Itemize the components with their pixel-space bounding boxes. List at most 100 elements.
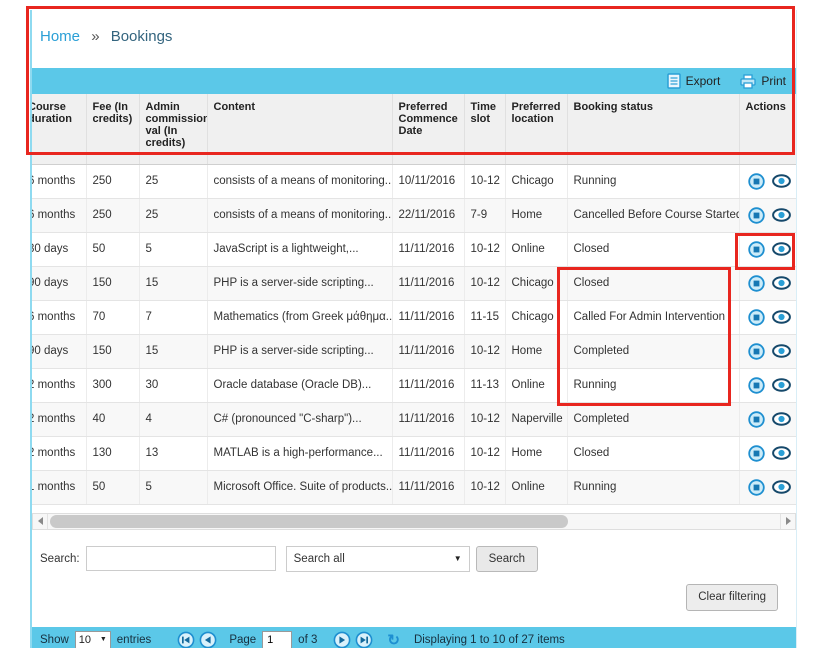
last-page-icon[interactable] <box>355 631 373 648</box>
search-bar: Search: Search all ▼ Search <box>32 546 796 572</box>
search-input[interactable] <box>86 546 276 571</box>
details-icon[interactable] <box>748 445 765 462</box>
col-header-fee[interactable]: Fee (In credits) <box>86 94 139 164</box>
cell-admin-commission: 15 <box>139 266 207 300</box>
scrollbar-thumb[interactable] <box>50 515 568 528</box>
col-header-booking-status[interactable]: Booking status <box>567 94 739 164</box>
cell-actions <box>739 164 796 198</box>
cell-preferred-location: Chicago <box>505 164 567 198</box>
breadcrumb: Home » Bookings <box>32 10 796 68</box>
cell-content: Mathematics (from Greek μάθημα... <box>207 300 392 334</box>
breadcrumb-home-link[interactable]: Home <box>40 28 80 45</box>
cell-admin-commission: 25 <box>139 198 207 232</box>
export-button-label: Export <box>686 74 721 88</box>
view-eye-icon[interactable] <box>772 242 791 256</box>
cell-booking-status: Called For Admin Intervention <box>567 300 739 334</box>
search-button[interactable]: Search <box>476 546 538 572</box>
cell-actions <box>739 232 796 266</box>
print-button[interactable]: Print <box>740 74 786 89</box>
cell-booking-status: Running <box>567 470 739 504</box>
details-icon[interactable] <box>748 207 765 224</box>
previous-page-icon[interactable] <box>199 631 217 648</box>
cell-time-slot: 10-12 <box>464 232 505 266</box>
pagination-status-text: Displaying 1 to 10 of 27 items <box>414 634 565 646</box>
view-eye-icon[interactable] <box>772 344 791 358</box>
table-body: 6 months 250 25 consists of a means of m… <box>32 164 796 504</box>
details-icon[interactable] <box>748 241 765 258</box>
cell-preferred-commence-date: 11/11/2016 <box>392 334 464 368</box>
col-header-course-duration[interactable]: Course duration <box>32 94 86 164</box>
view-eye-icon[interactable] <box>772 446 791 460</box>
cell-course-duration: 2 months <box>32 368 86 402</box>
details-icon[interactable] <box>748 479 765 496</box>
chevron-down-icon: ▼ <box>100 636 107 643</box>
view-eye-icon[interactable] <box>772 412 791 426</box>
table-row: 30 days 50 5 JavaScript is a lightweight… <box>32 232 796 266</box>
cell-admin-commission: 4 <box>139 402 207 436</box>
view-eye-icon[interactable] <box>772 276 791 290</box>
cell-booking-status: Closed <box>567 436 739 470</box>
grid-toolbar: Export Print <box>32 68 796 94</box>
cell-booking-status: Completed <box>567 334 739 368</box>
cell-time-slot: 10-12 <box>464 470 505 504</box>
details-icon[interactable] <box>748 275 765 292</box>
search-filter-dropdown[interactable]: Search all ▼ <box>286 546 470 572</box>
cell-preferred-commence-date: 10/11/2016 <box>392 164 464 198</box>
col-header-admin-commission[interactable]: Admin commission val (In credits) <box>139 94 207 164</box>
export-button[interactable]: Export <box>667 73 721 89</box>
details-icon[interactable] <box>748 343 765 360</box>
table-row: 6 months 250 25 consists of a means of m… <box>32 198 796 232</box>
col-header-preferred-location[interactable]: Preferred location <box>505 94 567 164</box>
cell-content: Microsoft Office. Suite of products... <box>207 470 392 504</box>
cell-preferred-commence-date: 11/11/2016 <box>392 300 464 334</box>
cell-content: MATLAB is a high-performance... <box>207 436 392 470</box>
view-eye-icon[interactable] <box>772 480 791 494</box>
cell-time-slot: 10-12 <box>464 402 505 436</box>
cell-actions <box>739 470 796 504</box>
table-row: 2 months 300 30 Oracle database (Oracle … <box>32 368 796 402</box>
cell-fee: 300 <box>86 368 139 402</box>
cell-actions <box>739 300 796 334</box>
details-icon[interactable] <box>748 377 765 394</box>
cell-actions <box>739 266 796 300</box>
cell-booking-status: Running <box>567 368 739 402</box>
details-icon[interactable] <box>748 309 765 326</box>
cell-booking-status: Cancelled Before Course Started <box>567 198 739 232</box>
cell-preferred-location: Chicago <box>505 300 567 334</box>
table-row: 2 months 40 4 C# (pronounced "C-sharp").… <box>32 402 796 436</box>
col-header-time-slot[interactable]: Time slot <box>464 94 505 164</box>
clear-filtering-button[interactable]: Clear filtering <box>686 584 778 611</box>
cell-actions <box>739 402 796 436</box>
page-number-input[interactable] <box>262 631 292 648</box>
view-eye-icon[interactable] <box>772 310 791 324</box>
cell-actions <box>739 198 796 232</box>
details-icon[interactable] <box>748 173 765 190</box>
cell-fee: 50 <box>86 232 139 266</box>
details-icon[interactable] <box>748 411 765 428</box>
cell-preferred-commence-date: 11/11/2016 <box>392 232 464 266</box>
entries-label: entries <box>117 634 152 646</box>
col-header-content[interactable]: Content <box>207 94 392 164</box>
cell-admin-commission: 25 <box>139 164 207 198</box>
scroll-left-arrow-icon[interactable] <box>33 514 48 529</box>
first-page-icon[interactable] <box>177 631 195 648</box>
cell-course-duration: 2 months <box>32 436 86 470</box>
view-eye-icon[interactable] <box>772 208 791 222</box>
scroll-right-arrow-icon[interactable] <box>780 514 795 529</box>
cell-time-slot: 11-13 <box>464 368 505 402</box>
clear-filter-row: Clear filtering <box>32 584 796 611</box>
cell-fee: 70 <box>86 300 139 334</box>
col-header-preferred-commence-date[interactable]: Preferred Commence Date <box>392 94 464 164</box>
pagination-bar: Show 10 ▼ entries Page <box>32 627 796 648</box>
cell-admin-commission: 15 <box>139 334 207 368</box>
refresh-icon[interactable]: ↻ <box>387 631 400 648</box>
cell-time-slot: 10-12 <box>464 334 505 368</box>
table-header-row: Course duration Fee (In credits) Admin c… <box>32 94 796 164</box>
view-eye-icon[interactable] <box>772 174 791 188</box>
view-eye-icon[interactable] <box>772 378 791 392</box>
page-size-select[interactable]: 10 ▼ <box>75 631 111 648</box>
next-page-icon[interactable] <box>333 631 351 648</box>
cell-booking-status: Completed <box>567 402 739 436</box>
horizontal-scrollbar[interactable] <box>32 513 796 530</box>
table-row: 90 days 150 15 PHP is a server-side scri… <box>32 266 796 300</box>
